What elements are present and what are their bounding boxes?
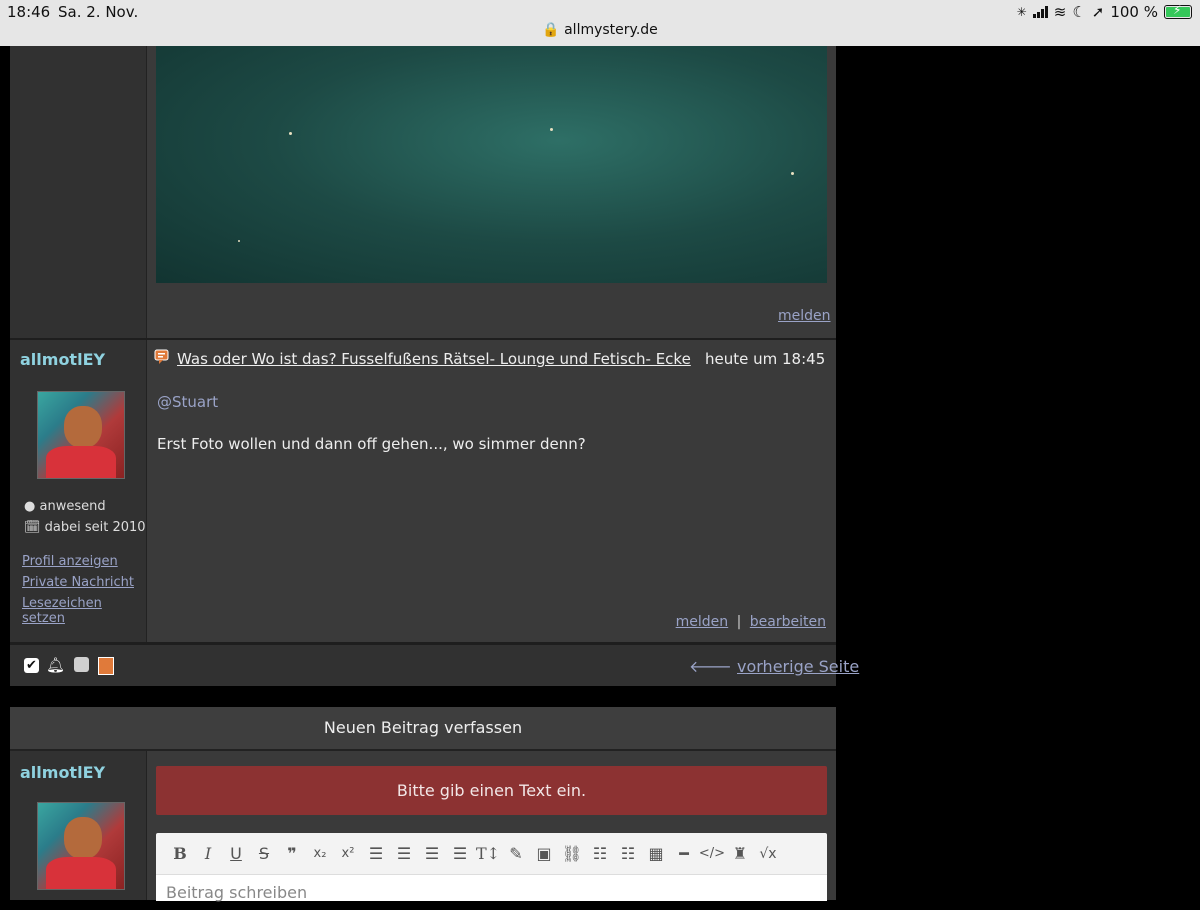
username-link[interactable]: allmotlEY xyxy=(20,763,105,782)
edit-link[interactable]: bearbeiten xyxy=(750,614,826,630)
post-text: Erst Foto wollen und dann off gehen..., … xyxy=(157,435,586,453)
pencil-icon[interactable]: ✎ xyxy=(502,844,530,863)
numbered-list-icon[interactable]: ☷ xyxy=(614,844,642,863)
separator: | xyxy=(736,614,742,630)
bell-icon[interactable]: 🔔︎ xyxy=(46,656,65,674)
code-icon[interactable]: </> xyxy=(698,846,726,861)
url-text: allmystery.de xyxy=(564,22,658,38)
subscript-icon[interactable]: x₂ xyxy=(306,846,334,861)
quote-icon[interactable]: ❞ xyxy=(278,844,306,863)
calendar-icon: 🗓 xyxy=(24,520,41,535)
editor-toolbar: B I U S ❞ x₂ x² ☰ ☰ ☰ ☰ T↕ ✎ ▣ ⛓ ☷ ☷ ▦ ━… xyxy=(156,833,827,874)
table-icon[interactable]: ▦ xyxy=(642,844,670,863)
link-icon[interactable]: ⛓ xyxy=(558,844,586,863)
avatar[interactable] xyxy=(37,802,125,890)
mention-link[interactable]: @Stuart xyxy=(157,393,218,411)
spoiler-icon[interactable]: ♜ xyxy=(726,844,754,863)
username-link[interactable]: allmotlEY xyxy=(20,350,105,369)
post-actions: melden | bearbeiten xyxy=(676,614,826,630)
justify-icon[interactable]: ☰ xyxy=(446,844,474,863)
horizontal-rule-icon[interactable]: ━ xyxy=(670,844,698,863)
align-right-icon[interactable]: ☰ xyxy=(418,844,446,863)
online-dot-icon: ● xyxy=(24,499,36,514)
strikethrough-icon[interactable]: S xyxy=(250,844,278,863)
private-message-link[interactable]: Private Nachricht xyxy=(22,575,134,590)
date: Sa. 2. Nov. xyxy=(58,3,139,21)
address-bar[interactable]: 🔒 allmystery.de xyxy=(0,22,1200,38)
editor-area[interactable] xyxy=(156,874,827,910)
italic-icon[interactable]: I xyxy=(194,844,222,863)
post-body xyxy=(147,340,836,642)
post-image[interactable] xyxy=(156,46,827,283)
bullet-list-icon[interactable]: ☷ xyxy=(586,844,614,863)
thread-title-link[interactable]: Was oder Wo ist das? Fusselfußens Rätsel… xyxy=(177,350,691,368)
error-banner: Bitte gib einen Text ein. xyxy=(156,766,827,815)
wifi-icon: ≋ xyxy=(1053,3,1067,21)
thread-icon xyxy=(154,349,169,364)
status-indicators: ✳ ≋ ☾ ➚ 100 % ⚡ xyxy=(1017,3,1192,21)
report-link[interactable]: melden xyxy=(676,614,729,630)
compose-sidebar: allmotlEY xyxy=(10,751,147,900)
member-since: 🗓 dabei seit 2010 xyxy=(24,520,146,535)
formula-icon[interactable]: √x xyxy=(754,846,782,862)
check-icon[interactable]: ✔ xyxy=(24,658,39,673)
image-icon[interactable]: ▣ xyxy=(530,844,558,863)
avatar[interactable] xyxy=(37,391,125,479)
ios-status-bar: 18:46 Sa. 2. Nov. 🔒 allmystery.de ✳ ≋ ☾ … xyxy=(0,0,1200,46)
underline-icon[interactable]: U xyxy=(222,844,250,863)
checkbox[interactable] xyxy=(74,657,89,672)
lock-icon: 🔒 xyxy=(542,22,560,38)
post-sidebar xyxy=(10,46,147,338)
battery-icon: ⚡ xyxy=(1164,3,1192,19)
battery-percent: 100 % xyxy=(1110,3,1158,21)
online-status: ● anwesend xyxy=(24,499,106,514)
superscript-icon[interactable]: x² xyxy=(334,846,362,861)
report-link[interactable]: melden xyxy=(778,308,831,324)
bold-icon[interactable]: B xyxy=(166,844,194,863)
profile-link[interactable]: Profil anzeigen xyxy=(22,554,118,569)
signal-icon xyxy=(1032,6,1048,18)
mark-read-icon[interactable] xyxy=(98,657,114,675)
align-left-icon[interactable]: ☰ xyxy=(362,844,390,863)
moon-icon: ☾ xyxy=(1072,3,1086,21)
text-size-icon[interactable]: T↕ xyxy=(474,844,502,863)
bookmark-link[interactable]: Lesezeichen setzen xyxy=(22,596,146,626)
activity-icon: ✳ xyxy=(1016,5,1027,19)
previous-page-link[interactable]: 🡐 vorherige Seite xyxy=(689,656,859,676)
post-timestamp: heute um 18:45 xyxy=(705,350,826,368)
location-icon: ➚ xyxy=(1091,3,1105,21)
clock: 18:46 xyxy=(7,3,51,21)
compose-header: Neuen Beitrag verfassen xyxy=(10,707,836,751)
arrow-left-icon: 🡐 xyxy=(689,657,732,676)
post-input[interactable] xyxy=(156,875,816,910)
align-center-icon[interactable]: ☰ xyxy=(390,844,418,863)
post-sidebar: allmotlEY ● anwesend 🗓 dabei seit 2010 P… xyxy=(10,340,147,642)
